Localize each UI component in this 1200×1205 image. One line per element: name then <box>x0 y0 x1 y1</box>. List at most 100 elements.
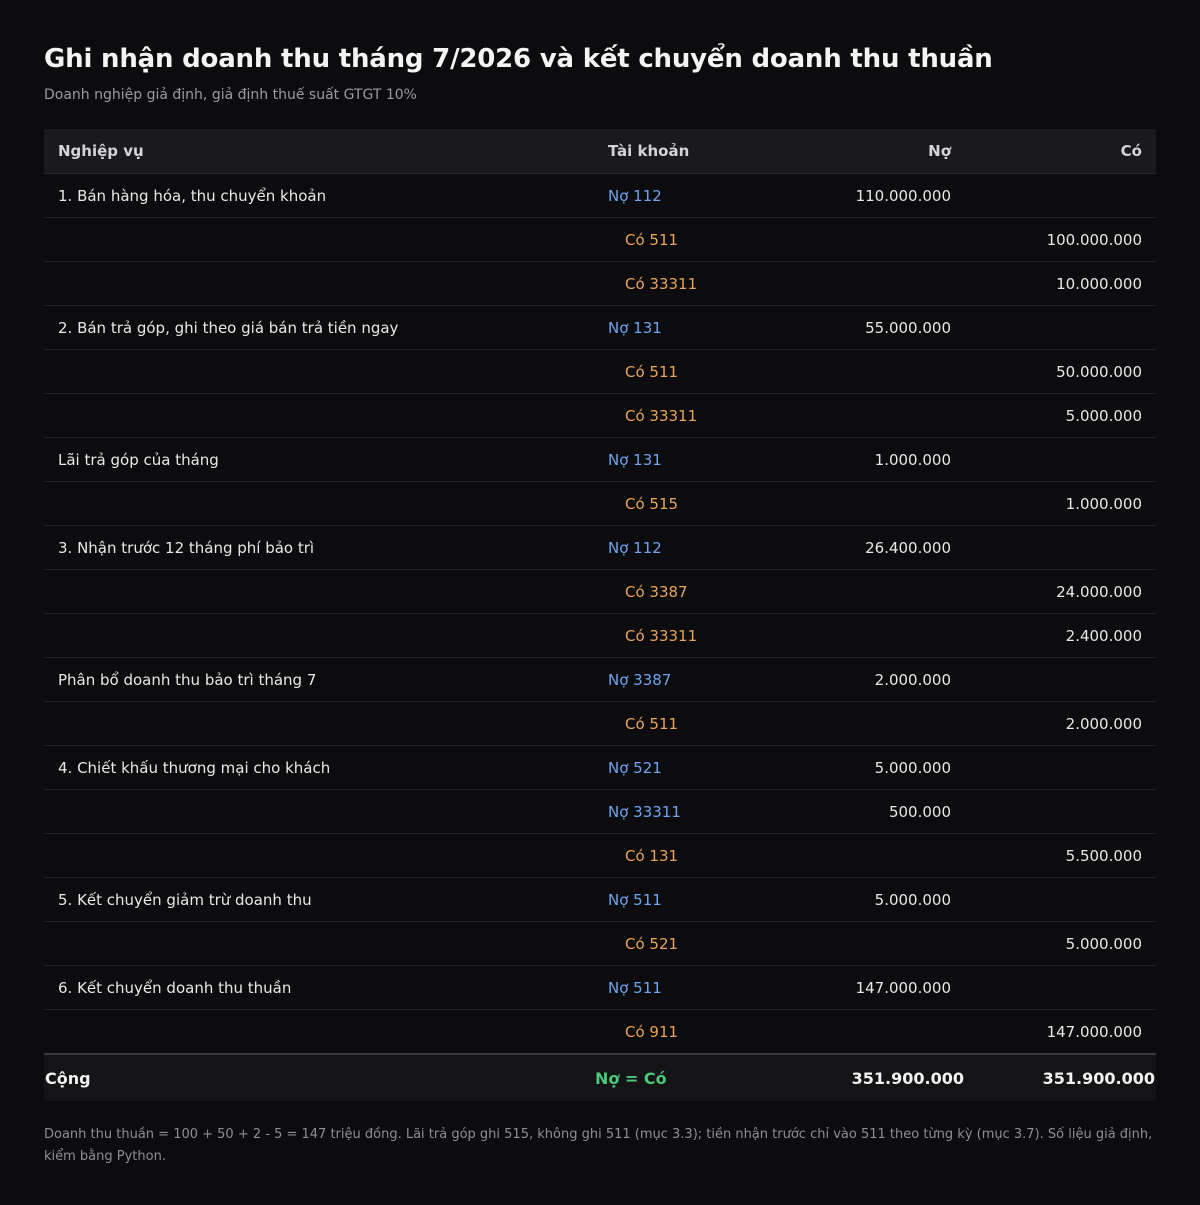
table-row: Nợ 33311 500.000 <box>44 789 1156 834</box>
debit-amount <box>744 217 965 262</box>
debit-account: Nợ 511 <box>594 965 744 1010</box>
table-row: 6. Kết chuyển doanh thu thuần Nợ 511 147.0… <box>44 965 1156 1010</box>
transaction-description <box>44 393 594 438</box>
debit-amount <box>744 393 965 438</box>
debit-amount: 2.000.000 <box>744 657 965 702</box>
credit-amount <box>965 305 1156 350</box>
credit-amount <box>965 173 1156 218</box>
table-row: Có 911 147.000.000 <box>44 1009 1156 1055</box>
credit-account: Có 3387 <box>594 569 744 614</box>
credit-amount: 100.000.000 <box>965 217 1156 262</box>
table-row: Có 131 5.500.000 <box>44 833 1156 878</box>
credit-amount <box>965 877 1156 922</box>
table-row: 1. Bán hàng hóa, thu chuyển khoản Nợ 112 1… <box>44 173 1156 218</box>
credit-amount <box>965 657 1156 702</box>
credit-amount <box>965 965 1156 1010</box>
table-row: 4. Chiết khấu thương mại cho khách Nợ 521… <box>44 745 1156 790</box>
debit-amount: 26.400.000 <box>744 525 965 570</box>
debit-amount <box>744 1009 965 1055</box>
credit-account: Có 33311 <box>594 261 744 306</box>
column-header-debit: Nợ <box>744 129 965 174</box>
column-header-transaction: Nghiệp vụ <box>44 129 594 174</box>
debit-account: Nợ 3387 <box>594 657 744 702</box>
debit-amount <box>744 833 965 878</box>
transaction-description <box>44 1009 594 1055</box>
transaction-description <box>44 261 594 306</box>
debit-amount: 1.000.000 <box>744 437 965 482</box>
debit-account: Nợ 112 <box>594 173 744 218</box>
transaction-description <box>44 613 594 658</box>
table-footer: Cộng Nợ = Có 351.900.000 351.900.000 <box>44 1053 1156 1101</box>
credit-amount: 5.500.000 <box>965 833 1156 878</box>
credit-account: Có 511 <box>594 701 744 746</box>
credit-amount <box>965 525 1156 570</box>
transaction-description <box>44 569 594 614</box>
page: Ghi nhận doanh thu tháng 7/2026 và kết c… <box>44 40 1156 1168</box>
debit-amount: 110.000.000 <box>744 173 965 218</box>
transaction-description: 1. Bán hàng hóa, thu chuyển khoản <box>44 173 594 218</box>
credit-amount: 10.000.000 <box>965 261 1156 306</box>
debit-amount <box>744 569 965 614</box>
transaction-description: 5. Kết chuyển giảm trừ doanh thu <box>44 877 594 922</box>
credit-account: Có 33311 <box>594 613 744 658</box>
credit-amount: 147.000.000 <box>965 1009 1156 1055</box>
column-header-credit: Có <box>965 129 1156 174</box>
debit-account: Nợ 131 <box>594 437 744 482</box>
table-row: Phân bổ doanh thu bảo trì tháng 7 Nợ 3387… <box>44 657 1156 702</box>
table-row: Có 3387 24.000.000 <box>44 569 1156 614</box>
table-row: Có 511 50.000.000 <box>44 349 1156 394</box>
credit-amount: 5.000.000 <box>965 921 1156 966</box>
credit-amount: 1.000.000 <box>965 481 1156 526</box>
table-header: Nghiệp vụ Tài khoản Nợ Có <box>44 129 1156 174</box>
transaction-description <box>44 921 594 966</box>
credit-amount: 2.400.000 <box>965 613 1156 658</box>
debit-amount <box>744 613 965 658</box>
table-row: 3. Nhận trước 12 tháng phí bảo trì Nợ 112… <box>44 525 1156 570</box>
total-debit: 351.900.000 <box>744 1053 965 1101</box>
debit-amount <box>744 701 965 746</box>
credit-account: Có 511 <box>594 349 744 394</box>
credit-account: Có 131 <box>594 833 744 878</box>
credit-account: Có 511 <box>594 217 744 262</box>
table-row: 2. Bán trả góp, ghi theo giá bán trả tiề… <box>44 305 1156 350</box>
credit-amount: 5.000.000 <box>965 393 1156 438</box>
page-title: Ghi nhận doanh thu tháng 7/2026 và kết c… <box>44 44 993 74</box>
transaction-description <box>44 481 594 526</box>
table-row: Có 511 100.000.000 <box>44 217 1156 262</box>
table-row: 5. Kết chuyển giảm trừ doanh thu Nợ 511 5.… <box>44 877 1156 922</box>
debit-account: Nợ 112 <box>594 525 744 570</box>
credit-amount <box>965 437 1156 482</box>
total-row: Cộng Nợ = Có 351.900.000 351.900.000 <box>44 1053 1156 1101</box>
table-row: Có 33311 2.400.000 <box>44 613 1156 658</box>
transaction-description: 3. Nhận trước 12 tháng phí bảo trì <box>44 525 594 570</box>
footnote: Doanh thu thuần = 100 + 50 + 2 - 5 = 147… <box>44 1127 1153 1164</box>
table-body: 1. Bán hàng hóa, thu chuyển khoản Nợ 112 1… <box>44 173 1156 1055</box>
credit-amount <box>965 745 1156 790</box>
transaction-description: 2. Bán trả góp, ghi theo giá bán trả tiề… <box>44 305 594 350</box>
transaction-description: 4. Chiết khấu thương mại cho khách <box>44 745 594 790</box>
credit-amount: 2.000.000 <box>965 701 1156 746</box>
table-row: Có 33311 10.000.000 <box>44 261 1156 306</box>
debit-amount: 500.000 <box>744 789 965 834</box>
table-row: Có 33311 5.000.000 <box>44 393 1156 438</box>
transaction-description: Phân bổ doanh thu bảo trì tháng 7 <box>44 657 594 702</box>
debit-amount: 5.000.000 <box>744 877 965 922</box>
credit-amount: 50.000.000 <box>965 349 1156 394</box>
journal-table: Nghiệp vụ Tài khoản Nợ Có 1. Bán hàng hó… <box>44 129 1156 1101</box>
total-credit: 351.900.000 <box>965 1053 1156 1101</box>
header-row: Nghiệp vụ Tài khoản Nợ Có <box>44 129 1156 174</box>
balance-check: Nợ = Có <box>594 1053 744 1101</box>
credit-account: Có 911 <box>594 1009 744 1055</box>
transaction-description <box>44 789 594 834</box>
page-subtitle: Doanh nghiệp giả định, giả định thuế suấ… <box>44 87 417 103</box>
transaction-description <box>44 217 594 262</box>
debit-amount <box>744 349 965 394</box>
table-row: Có 515 1.000.000 <box>44 481 1156 526</box>
credit-amount: 24.000.000 <box>965 569 1156 614</box>
table-row: Lãi trả góp của tháng Nợ 131 1.000.000 <box>44 437 1156 482</box>
transaction-description: 6. Kết chuyển doanh thu thuần <box>44 965 594 1010</box>
debit-amount: 55.000.000 <box>744 305 965 350</box>
table-row: Có 521 5.000.000 <box>44 921 1156 966</box>
credit-amount <box>965 789 1156 834</box>
debit-account: Nợ 521 <box>594 745 744 790</box>
